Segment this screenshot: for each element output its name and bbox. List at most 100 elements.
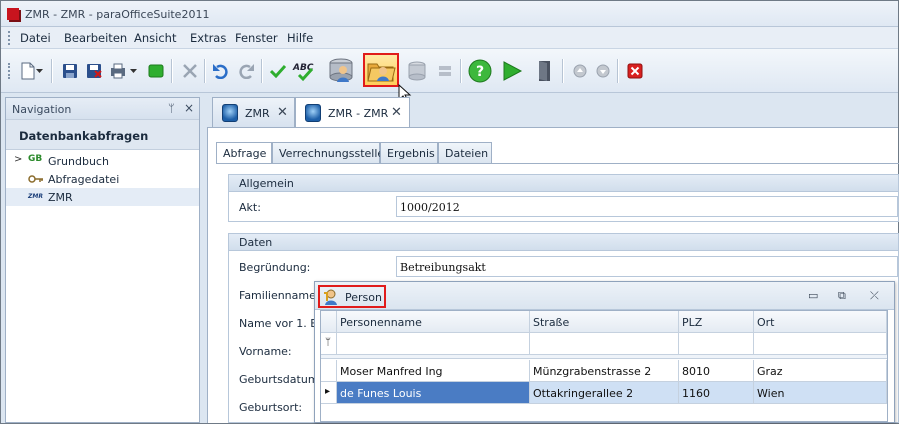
toolbar-separator [171, 59, 172, 83]
move-down-icon[interactable] [593, 61, 613, 81]
tree-item-label: ZMR [48, 191, 73, 204]
person-grid: Personenname Straße PLZ Ort ᛘ Moser Manf… [320, 310, 888, 422]
help-icon[interactable]: ? [468, 59, 492, 83]
popup-close-icon[interactable]: ⤫ [870, 289, 879, 303]
filter-cell-personenname[interactable] [337, 333, 530, 355]
tab-ergebnis[interactable]: Ergebnis [380, 142, 438, 163]
group-title: Daten [239, 236, 273, 249]
column-header-personenname[interactable]: Personenname [337, 311, 530, 333]
toolbar-separator [562, 59, 563, 83]
cell-ort[interactable]: Wien [754, 382, 887, 404]
tab-verrechnungsstelle[interactable]: Verrechnungsstelle [272, 142, 384, 163]
redo-icon[interactable] [236, 61, 256, 81]
document-tab-zmr[interactable]: ZMR ✕ [212, 97, 295, 127]
exit-door-icon[interactable] [534, 59, 554, 83]
check-icon[interactable] [268, 61, 288, 81]
navigation-header: Navigation ᛘ × [6, 98, 199, 120]
pin-icon[interactable]: ᛘ [168, 102, 175, 115]
close-red-icon[interactable] [625, 61, 645, 81]
name-vor-ehe-label: Name vor 1. Eh [239, 317, 325, 330]
print-icon[interactable] [108, 61, 128, 81]
menu-fenster[interactable]: Fenster [235, 31, 278, 45]
begruendung-field[interactable]: Betreibungsakt [396, 256, 898, 277]
toolbar-separator [204, 59, 205, 83]
group-header: Allgemein [229, 175, 898, 192]
save-close-icon[interactable] [84, 61, 104, 81]
table-row[interactable]: ▸ de Funes Louis Ottakringerallee 2 1160… [321, 382, 887, 404]
navigation-section-title: Datenbankabfragen [19, 129, 149, 143]
expand-chevron-icon[interactable]: > [14, 154, 22, 165]
cell-plz[interactable]: 1160 [679, 382, 754, 404]
document-tab-zmr-zmr[interactable]: ZMR - ZMR ✕ [295, 97, 410, 128]
filter-cell-plz[interactable] [679, 333, 754, 355]
akt-field[interactable]: 1000/2012 [396, 196, 898, 217]
app-logo-icon [7, 8, 19, 20]
minimize-icon[interactable]: ▭ [808, 289, 818, 302]
popup-title-highlight: Person [318, 285, 386, 308]
open-query-folder-icon[interactable] [363, 53, 399, 87]
toolbar-separator [460, 59, 461, 83]
toolbar: ABC ? [1, 49, 898, 93]
geburtsort-label: Geburtsort: [239, 401, 303, 414]
akt-label: Akt: [239, 201, 261, 214]
document-tab-label: ZMR [245, 107, 270, 120]
group-header: Daten [229, 234, 898, 251]
tab-dateien[interactable]: Dateien [438, 142, 492, 163]
new-dropdown-chevron-icon[interactable] [34, 61, 44, 81]
svg-text:?: ? [476, 64, 484, 80]
menu-datei[interactable]: Datei [20, 31, 51, 45]
cell-strasse[interactable]: Münzgrabenstrasse 2 [530, 360, 679, 382]
document-tab-label: ZMR - ZMR [328, 107, 389, 120]
tree-item-abfragedatei[interactable]: Abfragedatei [6, 170, 199, 188]
cell-strasse[interactable]: Ottakringerallee 2 [530, 382, 679, 404]
green-square-icon[interactable] [146, 61, 166, 81]
grundbuch-badge: GB [28, 154, 43, 164]
key-icon [28, 173, 44, 185]
toolbar-separator [261, 59, 262, 83]
menu-bar: Datei Bearbeiten Ansicht Extras Fenster … [1, 27, 898, 49]
tree-item-label: Grundbuch [48, 155, 109, 168]
cell-plz[interactable]: 8010 [679, 360, 754, 382]
spellcheck-icon[interactable]: ABC [291, 61, 319, 82]
table-row[interactable]: Moser Manfred Ing Münzgrabenstrasse 2 80… [321, 360, 887, 382]
app-window: ZMR - ZMR - paraOfficeSuite2011 Datei Be… [0, 0, 899, 424]
tree-item-grundbuch[interactable]: > GB Grundbuch [6, 152, 199, 170]
cell-ort[interactable]: Graz [754, 360, 887, 382]
cell-personenname[interactable]: de Funes Louis [337, 382, 530, 404]
menu-bearbeiten[interactable]: Bearbeiten [64, 31, 127, 45]
geburtsdatum-label: Geburtsdatum: [239, 373, 323, 386]
filter-cell-ort[interactable] [754, 333, 887, 355]
restore-icon[interactable]: ⧉ [838, 289, 846, 303]
menu-hilfe[interactable]: Hilfe [287, 31, 313, 45]
row-pointer-icon: ▸ [321, 382, 337, 404]
menu-ansicht[interactable]: Ansicht [134, 31, 176, 45]
group-allgemein: Allgemein Akt: 1000/2012 [228, 174, 899, 222]
column-header-ort[interactable]: Ort [754, 311, 887, 333]
database-user-icon[interactable] [323, 53, 359, 87]
undo-icon[interactable] [211, 61, 231, 81]
stack-icon[interactable] [435, 61, 455, 81]
cell-personenname[interactable]: Moser Manfred Ing [337, 360, 530, 382]
column-header-plz[interactable]: PLZ [679, 311, 754, 333]
print-dropdown-chevron-icon[interactable] [128, 61, 138, 81]
close-tab-icon[interactable]: ✕ [277, 105, 288, 120]
delete-icon[interactable] [180, 61, 200, 81]
familienname-label: Familienname: [239, 289, 320, 302]
database-export-icon[interactable] [405, 61, 429, 81]
filter-cell-strasse[interactable] [530, 333, 679, 355]
tab-abfrage[interactable]: Abfrage [216, 142, 272, 164]
window-title: ZMR - ZMR - paraOfficeSuite2011 [25, 8, 210, 21]
column-header-strasse[interactable]: Straße [530, 311, 679, 333]
begruendung-label: Begründung: [239, 261, 311, 274]
save-icon[interactable] [60, 61, 80, 81]
title-bar: ZMR - ZMR - paraOfficeSuite2011 [1, 1, 898, 27]
zmr-tab-icon [222, 104, 238, 122]
group-title: Allgemein [239, 177, 294, 190]
tree-item-zmr[interactable]: ZMR ZMR [6, 188, 199, 206]
navigation-close-icon[interactable]: × [184, 101, 194, 115]
menu-extras[interactable]: Extras [190, 31, 226, 45]
person-icon [324, 289, 337, 305]
move-up-icon[interactable] [570, 61, 590, 81]
close-tab-icon[interactable]: ✕ [391, 105, 402, 120]
play-icon[interactable] [500, 59, 524, 83]
